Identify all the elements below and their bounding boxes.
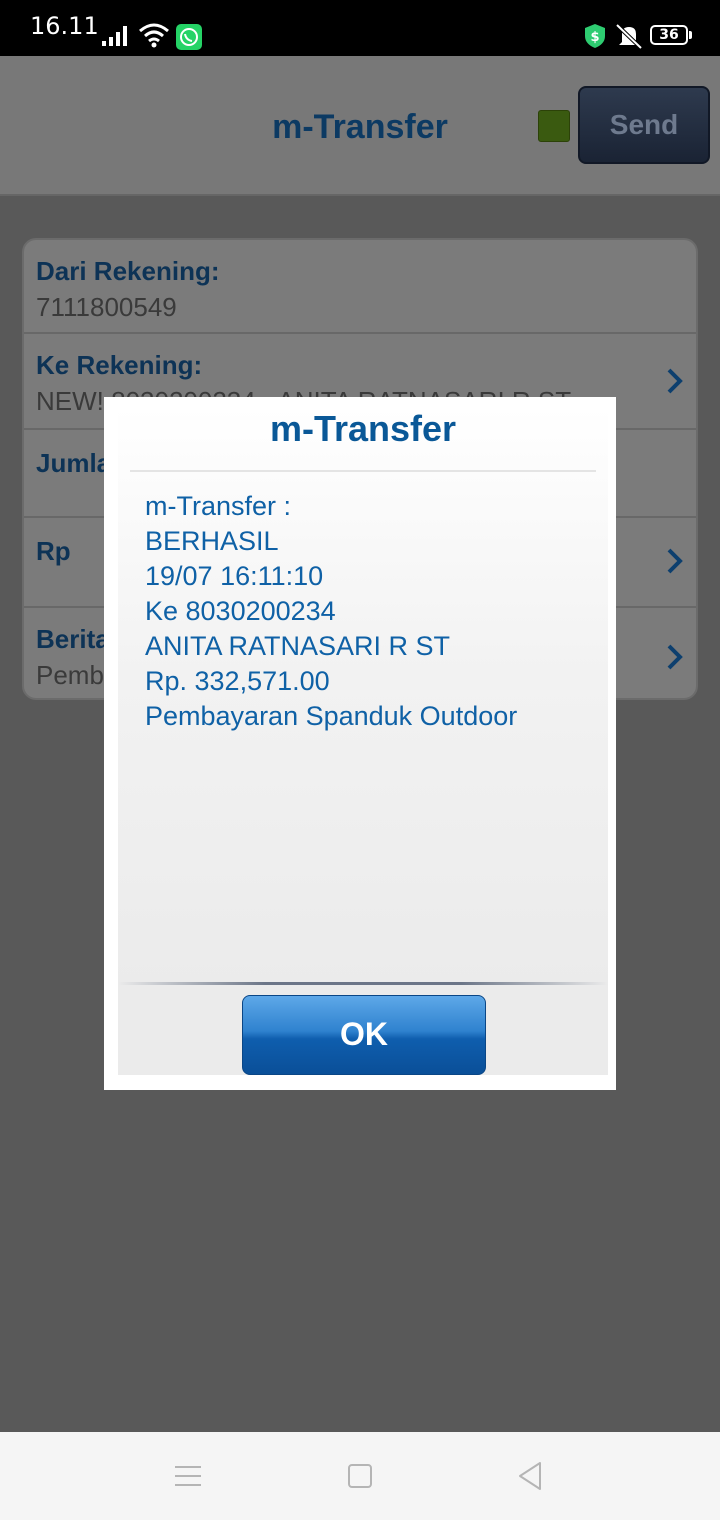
- status-bar: 16.11 $ 36: [0, 0, 720, 56]
- menu-icon[interactable]: [174, 1464, 202, 1488]
- chevron-right-icon: [667, 548, 683, 574]
- dialog-message-line: Rp. 332,571.00: [145, 666, 330, 696]
- battery-icon: 36: [650, 25, 692, 45]
- row-label: Ke Rekening:: [36, 350, 203, 380]
- app-bar: m-Transfer Send: [0, 56, 720, 196]
- dialog-message-line: BERHASIL: [145, 526, 279, 556]
- row-label: Dari Rekening:: [36, 256, 220, 286]
- dialog-message-line: Ke 8030200234: [145, 596, 336, 626]
- row-label: Rp: [36, 536, 71, 566]
- form-row-source-account[interactable]: Dari Rekening: 7111800549: [24, 240, 696, 334]
- wifi-icon: [139, 23, 169, 48]
- svg-text:$: $: [590, 30, 599, 45]
- dialog-message-line: 19/07 16:11:10: [145, 561, 324, 591]
- send-button[interactable]: Send: [578, 86, 710, 164]
- row-label: Berita: [36, 624, 110, 654]
- whatsapp-icon: [176, 24, 202, 50]
- ok-button[interactable]: OK: [242, 995, 486, 1075]
- dialog-message-line: Pembayaran Spanduk Outdoor: [145, 701, 518, 731]
- signal-icon: [102, 26, 127, 46]
- status-indicator: [538, 110, 570, 142]
- chevron-right-icon: [667, 368, 683, 394]
- dialog-message-line: ANITA RATNASARI R ST: [145, 631, 451, 661]
- status-time: 16.11: [30, 12, 99, 40]
- back-icon[interactable]: [516, 1460, 544, 1492]
- dialog-message-line: m-Transfer :: [145, 491, 292, 521]
- divider: [130, 470, 596, 472]
- mute-icon: [615, 23, 643, 50]
- chevron-right-icon: [667, 644, 683, 670]
- home-icon[interactable]: [348, 1464, 372, 1488]
- dialog-title: m-Transfer: [269, 408, 457, 449]
- shield-icon: $: [585, 24, 605, 48]
- row-value: 7111800549: [36, 292, 177, 322]
